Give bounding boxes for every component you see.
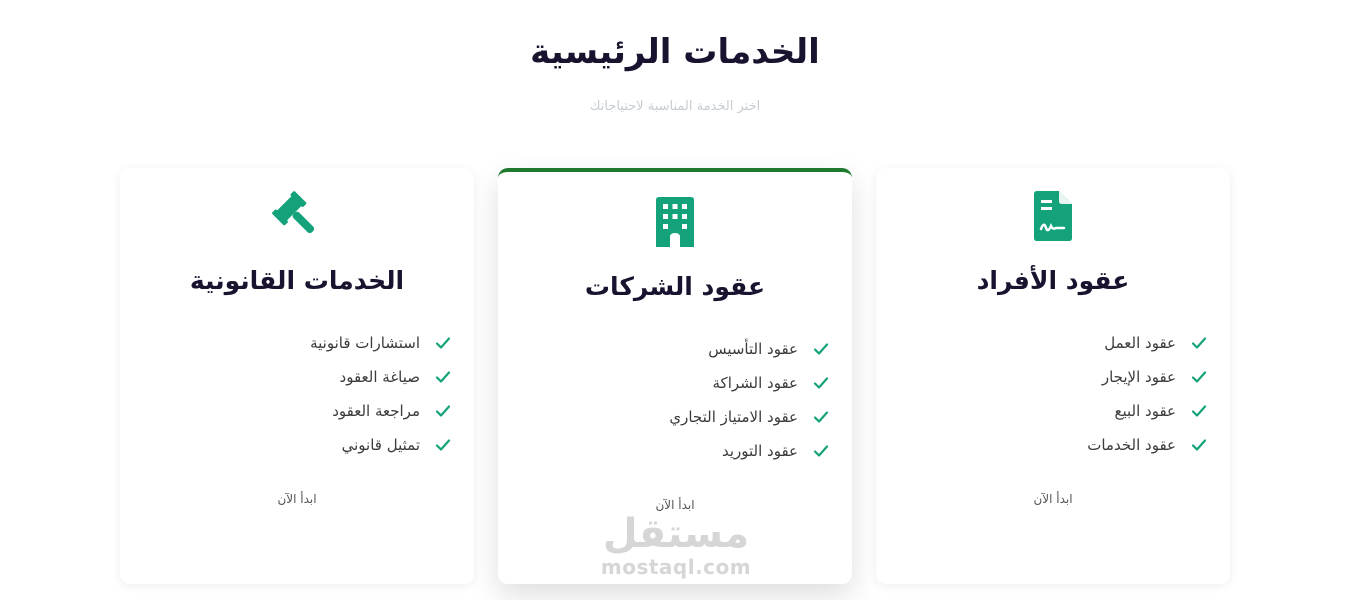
feature-item: عقود الامتياز التجاري	[669, 400, 830, 434]
service-card-legal: الخدمات القانونية استشارات قانونية صياغة…	[120, 168, 474, 584]
feature-list: عقود التأسيس عقود الشراكة عقود الامتياز …	[669, 332, 830, 468]
feature-label: عقود العمل	[1104, 334, 1176, 352]
check-icon	[1190, 368, 1208, 386]
check-icon	[434, 402, 452, 420]
card-title: عقود الشركات	[584, 272, 766, 301]
feature-label: عقود الشراكة	[712, 374, 798, 392]
section-title: الخدمات الرئيسية	[530, 32, 820, 72]
check-icon	[1190, 436, 1208, 454]
card-title: عقود الأفراد	[976, 266, 1130, 295]
start-now-link[interactable]: ابدأ الآن	[498, 498, 852, 512]
feature-list: استشارات قانونية صياغة العقود مراجعة الع…	[310, 326, 452, 462]
feature-label: عقود التوريد	[721, 442, 798, 460]
feature-item: عقود الشراكة	[669, 366, 830, 400]
check-icon	[812, 340, 830, 358]
feature-item: تمثيل قانوني	[310, 428, 452, 462]
feature-list: عقود العمل عقود الإيجار عقود البيع عقود …	[1087, 326, 1208, 462]
check-icon	[434, 334, 452, 352]
building-icon	[498, 196, 852, 248]
feature-label: صياغة العقود	[339, 368, 420, 386]
check-icon	[434, 436, 452, 454]
feature-item: صياغة العقود	[310, 360, 452, 394]
feature-item: عقود الإيجار	[1087, 360, 1208, 394]
feature-label: عقود الخدمات	[1087, 436, 1176, 454]
check-icon	[812, 442, 830, 460]
feature-label: استشارات قانونية	[310, 334, 420, 352]
service-card-companies: عقود الشركات عقود التأسيس عقود الشراكة ع…	[498, 168, 852, 584]
feature-item: عقود البيع	[1087, 394, 1208, 428]
feature-label: عقود التأسيس	[708, 340, 798, 358]
start-now-link[interactable]: ابدأ الآن	[120, 492, 474, 506]
feature-label: عقود البيع	[1114, 402, 1176, 420]
check-icon	[812, 408, 830, 426]
gavel-icon	[120, 190, 474, 242]
check-icon	[812, 374, 830, 392]
feature-label: مراجعة العقود	[332, 402, 420, 420]
feature-label: تمثيل قانوني	[341, 436, 420, 454]
services-page: الخدمات الرئيسية اختر الخدمة المناسبة لا…	[0, 0, 1350, 600]
check-icon	[434, 368, 452, 386]
feature-label: عقود الإيجار	[1101, 368, 1176, 386]
check-icon	[1190, 334, 1208, 352]
feature-item: عقود الخدمات	[1087, 428, 1208, 462]
feature-item: عقود التأسيس	[669, 332, 830, 366]
feature-item: عقود التوريد	[669, 434, 830, 468]
start-now-link[interactable]: ابدأ الآن	[876, 492, 1230, 506]
feature-item: استشارات قانونية	[310, 326, 452, 360]
card-title: الخدمات القانونية	[189, 266, 405, 295]
feature-item: عقود العمل	[1087, 326, 1208, 360]
feature-item: مراجعة العقود	[310, 394, 452, 428]
service-card-individuals: عقود الأفراد عقود العمل عقود الإيجار عقو…	[876, 168, 1230, 584]
section-subtitle: اختر الخدمة المناسبة لاحتياجاتك	[589, 99, 761, 114]
check-icon	[1190, 402, 1208, 420]
feature-label: عقود الامتياز التجاري	[669, 408, 798, 426]
contract-document-icon	[876, 190, 1230, 242]
